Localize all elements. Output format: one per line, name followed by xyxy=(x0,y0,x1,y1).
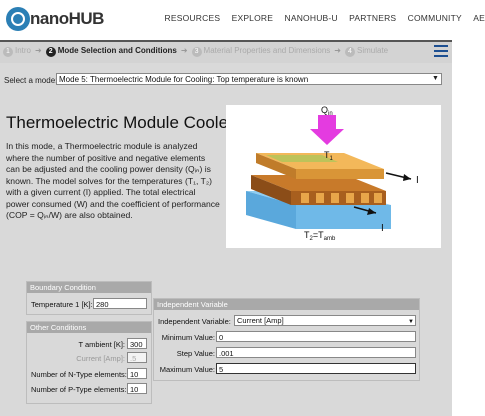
minimum-value-input[interactable]: 0 xyxy=(216,331,416,342)
nav-resources[interactable]: RESOURCES xyxy=(165,13,221,23)
mode-label: Select a mode: xyxy=(4,76,58,85)
step-mode-selection[interactable]: 2 Mode Selection and Conditions xyxy=(45,46,177,57)
page-title: Thermoelectric Module Cooler xyxy=(6,113,234,132)
minimum-value-label: Minimum Value: xyxy=(161,333,215,342)
main-panel: Select a mode: Mode 5: Thermoelectric Mo… xyxy=(0,63,452,416)
other-conditions-header: Other Conditions xyxy=(27,322,151,333)
logo-text: nanoHUB xyxy=(30,9,104,28)
t-ambient-label: T ambient [K]: xyxy=(78,340,125,349)
n-type-input[interactable]: 10 xyxy=(127,368,147,379)
module-diagram-svg: Qin T1 T2=Tamb I I xyxy=(246,105,419,242)
arrow-right-icon: ➜ xyxy=(334,46,341,55)
independent-variable-header: Independent Variable xyxy=(154,299,419,310)
mode-description: In this mode, a Thermoelectric module is… xyxy=(6,141,220,220)
mode-select-value: Mode 5: Thermoelectric Module for Coolin… xyxy=(59,75,309,84)
temperature-1-label: Temperature 1 [K]: xyxy=(31,300,93,309)
independent-variable-group: Independent Variable Independent Variabl… xyxy=(153,298,420,381)
p-type-input[interactable]: 10 xyxy=(127,383,147,394)
right-gutter xyxy=(452,38,485,416)
top-navigation: nanoHUB RESOURCES EXPLORE NANOHUB-U PART… xyxy=(0,0,485,38)
current-input[interactable]: .5 xyxy=(127,352,147,363)
nav-about[interactable]: AE xyxy=(473,13,485,23)
independent-variable-label: Independent Variable: xyxy=(158,317,231,326)
chevron-down-icon: ▼ xyxy=(432,75,439,82)
step-intro[interactable]: 1 Intro xyxy=(3,46,31,57)
step-material-properties[interactable]: 3 Material Properties and Dimensions xyxy=(191,46,330,57)
step-value-input[interactable]: .001 xyxy=(216,347,416,358)
arrow-right-icon: ➜ xyxy=(35,46,42,55)
maximum-value-input[interactable]: 5 xyxy=(216,363,416,374)
svg-text:I: I xyxy=(381,223,384,234)
nav-partners[interactable]: PARTNERS xyxy=(349,13,396,23)
independent-variable-select[interactable]: Current [Amp] ▼ xyxy=(234,315,416,326)
logo-icon xyxy=(6,7,30,31)
boundary-condition-header: Boundary Condition xyxy=(27,282,151,293)
nav-explore[interactable]: EXPLORE xyxy=(232,13,274,23)
other-conditions-group: Other Conditions T ambient [K]: 300 Curr… xyxy=(26,321,152,404)
n-type-label: Number of N-Type elements: xyxy=(31,370,127,379)
hamburger-menu-icon[interactable] xyxy=(434,45,448,59)
svg-text:T2=Tamb: T2=Tamb xyxy=(304,230,336,242)
t-ambient-input[interactable]: 300 xyxy=(127,338,147,349)
independent-variable-value: Current [Amp] xyxy=(237,316,284,325)
wizard-steps: 1 Intro ➜ 2 Mode Selection and Conditions ➜ 3 M… xyxy=(3,46,388,57)
current-label: Current [Amp]: xyxy=(76,354,125,363)
mode-select[interactable]: Mode 5: Thermoelectric Module for Coolin… xyxy=(56,73,442,85)
nanohub-logo[interactable]: nanoHUB xyxy=(6,7,104,31)
p-type-label: Number of P-Type elements: xyxy=(31,385,127,394)
nav-nanohub-u[interactable]: NANOHUB-U xyxy=(285,13,338,23)
nav-community[interactable]: COMMUNITY xyxy=(408,13,462,23)
chevron-down-icon: ▼ xyxy=(408,319,414,325)
arrow-right-icon: ➜ xyxy=(180,46,188,55)
thermoelectric-module-diagram: Qin T1 T2=Tamb I I xyxy=(226,105,441,248)
maximum-value-label: Maximum Value: xyxy=(159,365,215,374)
step-simulate[interactable]: 4 Simulate xyxy=(344,46,388,57)
temperature-1-input[interactable]: 280 xyxy=(93,298,147,309)
boundary-condition-group: Boundary Condition Temperature 1 [K]: 28… xyxy=(26,281,152,315)
step-value-label: Step Value: xyxy=(176,349,215,358)
svg-text:I: I xyxy=(416,175,419,186)
wizard-steps-bar: 1 Intro ➜ 2 Mode Selection and Conditions ➜ 3 M… xyxy=(0,40,452,63)
main-nav: RESOURCES EXPLORE NANOHUB-U PARTNERS COM… xyxy=(156,13,485,23)
